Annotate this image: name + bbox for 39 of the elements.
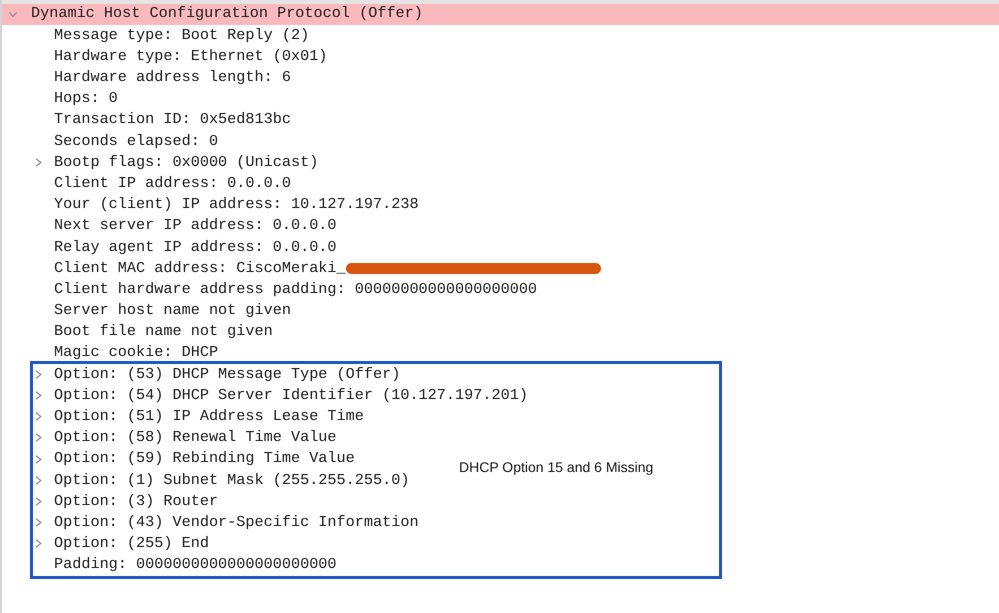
tree-item[interactable]: Option: (1) Subnet Mask (255.255.255.0) — [54, 472, 410, 488]
annotation-note: DHCP Option 15 and 6 Missing — [459, 460, 654, 474]
tree-item[interactable]: Boot file name not given — [54, 324, 273, 340]
chevron-right-icon[interactable] — [35, 370, 42, 379]
tree-item[interactable]: Option: (43) Vendor-Specific Information — [54, 514, 419, 530]
tree-item[interactable]: Option: (58) Renewal Time Value — [54, 430, 337, 446]
chevron-right-icon[interactable] — [35, 433, 42, 442]
tree-item[interactable]: Option: (54) DHCP Server Identifier (10.127.197.201) — [54, 388, 528, 404]
tree-item[interactable]: Option: (53) DHCP Message Type (Offer) — [54, 366, 400, 382]
chevron-right-icon[interactable] — [35, 476, 42, 485]
tree-item[interactable]: Option: (59) Rebinding Time Value — [54, 451, 355, 467]
chevron-down-icon[interactable] — [9, 12, 17, 17]
tree-item[interactable]: Bootp flags: 0x0000 (Unicast) — [54, 154, 318, 170]
tree-item[interactable]: Next server IP address: 0.0.0.0 — [54, 218, 337, 234]
chevron-right-icon[interactable] — [35, 518, 42, 528]
tree-item[interactable]: Option: (255) End — [54, 536, 209, 552]
tree-item[interactable]: Hardware address length: 6 — [54, 70, 291, 86]
tree-item[interactable]: Option: (3) Router — [54, 494, 218, 509]
tree-item[interactable]: Option: (51) IP Address Lease Time — [54, 409, 364, 424]
tree-item[interactable]: Server host name not given — [54, 303, 291, 318]
chevron-right-icon[interactable] — [35, 412, 42, 422]
chevron-right-icon[interactable] — [35, 390, 42, 400]
tree-item[interactable]: Client hardware address padding: 00000000000000000000 — [54, 282, 538, 298]
tree-item[interactable]: Magic cookie: DHCP — [54, 345, 218, 361]
tree-item[interactable]: Transaction ID: 0x5ed813bc — [54, 112, 291, 128]
tree-item[interactable]: Hops: 0 — [54, 91, 118, 106]
tree-item[interactable]: Your (client) IP address: 10.127.197.238 — [54, 197, 419, 212]
tree-item[interactable]: Dynamic Host Configuration Protocol (Offer) — [31, 6, 423, 22]
tree-item[interactable]: Hardware type: Ethernet (0x01) — [54, 48, 328, 64]
chevron-right-icon[interactable] — [35, 496, 42, 506]
chevron-right-icon[interactable] — [35, 539, 42, 548]
tree-item[interactable]: Client IP address: 0.0.0.0 — [54, 176, 291, 192]
tree-item[interactable]: Seconds elapsed: 0 — [54, 134, 218, 149]
chevron-right-icon[interactable] — [35, 454, 42, 464]
chevron-right-icon[interactable] — [35, 158, 42, 167]
tree-item[interactable]: Message type: Boot Reply (2) — [54, 28, 310, 43]
tree-item[interactable]: Padding: 0000000000000000000000 — [54, 557, 337, 573]
tree-item[interactable]: Client MAC address: CiscoMeraki_ — [54, 260, 346, 276]
tree-item[interactable]: Relay agent IP address: 0.0.0.0 — [54, 240, 337, 255]
